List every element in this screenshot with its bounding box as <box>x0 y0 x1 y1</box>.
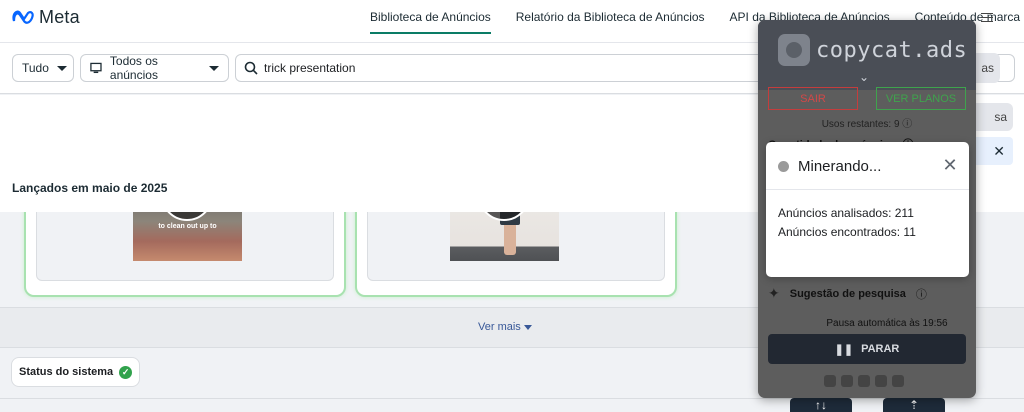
see-more-label: Ver mais <box>478 321 521 333</box>
launched-heading: Lançados em maio de 2025 <box>12 181 168 195</box>
remaining-uses: Usos restantes: 9 ⓘ <box>758 115 976 130</box>
meta-logo[interactable]: Meta <box>12 6 80 28</box>
ad-media <box>367 212 665 281</box>
info-icon: ⓘ <box>902 119 913 130</box>
country-value: Tudo <box>22 61 49 75</box>
chevron-down-icon <box>209 65 219 71</box>
status-dot <box>778 161 789 172</box>
pause-icon: ❚❚ <box>834 343 854 356</box>
ad-media: to clean out up to <box>36 212 334 281</box>
video-thumbnail[interactable] <box>450 212 559 261</box>
arrow-up-icon: ⇡ <box>908 398 920 412</box>
play-icon[interactable] <box>478 212 530 221</box>
video-caption: to clean out up to <box>158 223 217 230</box>
sort-button-label: sa <box>994 110 1007 124</box>
chevron-down-icon <box>523 324 532 330</box>
play-icon[interactable] <box>161 212 213 221</box>
modal-title: Minerando... <box>798 158 882 175</box>
instagram-icon[interactable] <box>841 375 853 387</box>
stop-button[interactable]: ❚❚ PARAR <box>768 334 966 364</box>
ads-analyzed: Anúncios analisados: 211 <box>778 206 914 220</box>
search-suggestion-row[interactable]: ✦ Sugestão de pesquisa ⓘ <box>768 285 927 302</box>
mining-modal: Minerando... ✕ Anúncios analisados: 211 … <box>766 142 969 277</box>
nav-ad-library[interactable]: Biblioteca de Anúncios <box>370 10 491 34</box>
extension-brand: copycat.ads <box>816 37 968 63</box>
logo-text: Meta <box>39 6 80 27</box>
logout-button[interactable]: SAIR <box>768 87 858 110</box>
ad-type-value: Todos os anúncios <box>109 54 158 82</box>
auto-pause-text: Pausa automática às 19:56 <box>826 318 948 329</box>
modal-header: Minerando... ✕ <box>766 142 969 190</box>
tiktok-icon[interactable] <box>875 375 887 387</box>
sort-arrows-button[interactable]: ↑↓ <box>790 398 852 412</box>
stop-button-label: PARAR <box>861 343 900 355</box>
close-icon[interactable]: ✕ <box>942 155 958 176</box>
divider <box>0 398 1024 399</box>
youtube-icon[interactable] <box>858 375 870 387</box>
monitor-icon <box>90 62 102 74</box>
view-plans-button[interactable]: VER PLANOS <box>876 87 966 110</box>
close-icon: ✕ <box>993 142 1005 159</box>
search-value: trick presentation <box>264 61 356 75</box>
ad-card[interactable]: to clean out up to <box>24 212 346 297</box>
social-links <box>824 375 904 387</box>
system-status-label: Status do sistema <box>19 366 114 378</box>
see-more-link[interactable]: Ver mais <box>478 321 532 333</box>
chevron-down-icon[interactable]: ⌄ <box>859 70 869 84</box>
ad-type-dropdown[interactable]: Todos os anúncios <box>80 54 229 82</box>
arrows-icon: ↑↓ <box>815 398 827 412</box>
nav-ad-library-report[interactable]: Relatório da Biblioteca de Anúncios <box>516 10 705 34</box>
meta-infinity-icon <box>12 10 34 24</box>
remaining-uses-label: Usos restantes: 9 <box>821 119 900 130</box>
country-dropdown[interactable]: Tudo <box>12 54 74 82</box>
check-circle-icon: ✓ <box>119 365 133 379</box>
ad-card[interactable] <box>355 212 677 297</box>
system-status-button[interactable]: Status do sistema ✓ <box>11 357 141 387</box>
filters-button-label: as <box>981 61 994 75</box>
whatsapp-icon[interactable] <box>892 375 904 387</box>
sparkle-icon: ✦ <box>768 285 780 301</box>
suggestion-label: Sugestão de pesquisa <box>789 287 906 300</box>
top-button[interactable]: ⇡ <box>883 398 945 412</box>
video-thumbnail[interactable]: to clean out up to <box>133 212 242 261</box>
search-icon <box>244 61 258 75</box>
menu-icon[interactable] <box>981 13 993 23</box>
copy-icon[interactable] <box>824 375 836 387</box>
info-icon: ⓘ <box>915 288 927 301</box>
chevron-down-icon <box>56 65 67 71</box>
extension-header: copycat.ads ⌄ <box>758 20 976 90</box>
paw-icon <box>778 34 810 66</box>
extension-logo: copycat.ads <box>778 34 967 66</box>
ads-found: Anúncios encontrados: 11 <box>778 225 916 239</box>
